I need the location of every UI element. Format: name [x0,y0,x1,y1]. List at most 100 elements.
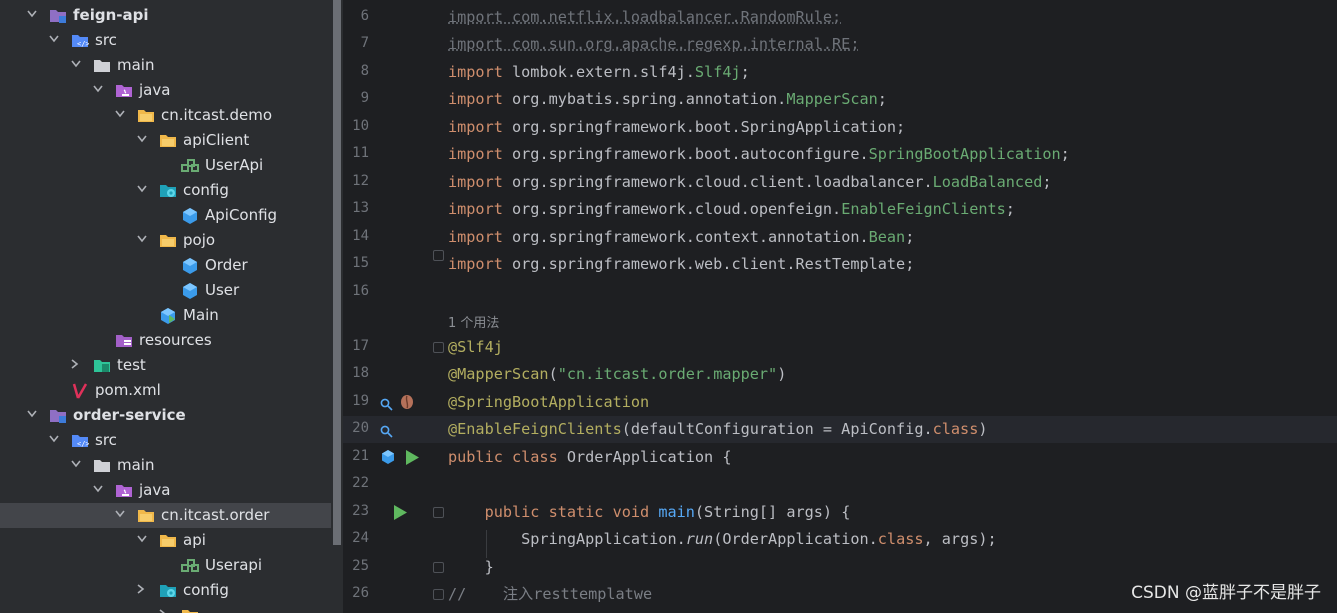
code-line[interactable]: import org.springframework.boot.autoconf… [440,141,1337,168]
code-text[interactable]: import org.springframework.cloud.openfei… [448,199,1015,219]
tree-item-apiclient[interactable]: apiClient [0,128,331,153]
chevron-down-icon[interactable] [115,510,125,518]
code-text[interactable]: import org.springframework.web.client.Re… [448,254,914,274]
tree-item-config[interactable]: config [0,178,331,203]
fold-marker-icon[interactable] [433,342,444,353]
code-line[interactable]: import org.springframework.cloud.openfei… [440,196,1337,223]
tree-item-partial[interactable] [0,603,331,613]
code-line[interactable]: @EnableFeignClients(defaultConfiguration… [440,416,1337,443]
gutter-line[interactable]: 8 [343,59,440,86]
gutter-line[interactable]: 17 [343,334,440,361]
code-text[interactable]: // 注入resttemplatwe [448,584,652,604]
chevron-down-icon[interactable] [27,410,37,418]
tree-item-pom-xml[interactable]: pom.xml [0,378,331,403]
code-text[interactable]: @SpringBootApplication [448,392,649,412]
tree-item-api[interactable]: api [0,528,331,553]
chevron-down-icon[interactable] [93,85,103,93]
tree-item-resources[interactable]: resources [0,328,331,353]
tree-item-cn-itcast-demo[interactable]: cn.itcast.demo [0,103,331,128]
code-text[interactable]: import org.mybatis.spring.annotation.Map… [448,89,887,109]
code-text[interactable]: @Slf4j [448,337,503,357]
tree-item-userapi-2[interactable]: Userapi [0,553,331,578]
tree-item-order-service[interactable]: order-service [0,403,331,428]
gutter-line[interactable]: 25 [343,554,440,581]
gutter-line[interactable]: 13 [343,196,440,223]
gutter-line[interactable]: 16 [343,279,440,306]
code-text[interactable]: SpringApplication.run(OrderApplication.c… [448,529,997,549]
code-line[interactable]: @Slf4j [433,334,1337,361]
gutter-line[interactable]: 26 [343,581,440,608]
gutter-line[interactable]: 20 [343,416,440,443]
tree-item-src-2[interactable]: </> src [0,428,331,453]
project-tree[interactable]: feign-api </> src main java cn.itcast.demo api… [0,0,331,613]
tree-item-java[interactable]: java [0,78,331,103]
find-usages-icon[interactable] [380,396,393,415]
tree-item-test[interactable]: test [0,353,331,378]
tree-item-src[interactable]: </> src [0,28,331,53]
code-line[interactable]: import org.springframework.context.annot… [440,224,1337,251]
code-text[interactable]: import lombok.extern.slf4j.Slf4j; [448,62,750,82]
tree-item-user[interactable]: User [0,278,331,303]
chevron-down-icon[interactable] [71,60,81,68]
code-line[interactable] [440,279,1337,306]
run-icon[interactable] [392,504,408,525]
gutter-line[interactable]: 11 [343,141,440,168]
gutter-line[interactable]: 14 [343,224,440,251]
code-line[interactable]: import com.sun.org.apache.regexp.interna… [440,31,1337,58]
chevron-down-icon[interactable] [71,460,81,468]
class-hierarchy-icon[interactable] [380,449,396,469]
gutter-line[interactable]: 9 [343,86,440,113]
code-text[interactable]: import com.netflix.loadbalancer.RandomRu… [448,7,841,27]
code-line[interactable]: SpringApplication.run(OrderApplication.c… [440,526,1337,553]
code-line[interactable]: @MapperScan("cn.itcast.order.mapper") [440,361,1337,388]
code-text[interactable]: public static void main(String[] args) { [448,502,851,522]
gutter-line[interactable] [343,306,440,333]
code-text[interactable]: } [448,557,494,577]
scrollbar-thumb[interactable] [333,0,341,545]
chevron-down-icon[interactable] [27,10,37,18]
chevron-right-icon[interactable] [159,609,167,613]
spring-bean-icon[interactable] [399,394,415,414]
gutter-line[interactable]: 21 [343,444,440,471]
gutter-line[interactable]: 6 [343,4,440,31]
code-line[interactable]: 1 个用法 [440,306,1337,333]
fold-marker-icon[interactable] [433,562,444,573]
tree-item-main[interactable]: main [0,53,331,78]
gutter-line[interactable]: 24 [343,526,440,553]
fold-marker-icon[interactable] [433,507,444,518]
chevron-down-icon[interactable] [137,135,147,143]
chevron-down-icon[interactable] [115,110,125,118]
gutter-line[interactable]: 22 [343,471,440,498]
chevron-down-icon[interactable] [49,435,59,443]
code-line[interactable]: @SpringBootApplication [440,389,1337,416]
code-line[interactable]: import lombok.extern.slf4j.Slf4j; [440,59,1337,86]
code-editor[interactable]: import com.netflix.loadbalancer.RandomRu… [433,0,1337,613]
gutter-line[interactable]: 12 [343,169,440,196]
tree-item-main-class[interactable]: Main [0,303,331,328]
code-line[interactable]: } [433,554,1337,581]
find-usages-icon[interactable] [380,423,393,442]
gutter-line[interactable]: 10 [343,114,440,141]
code-line[interactable]: import org.springframework.cloud.client.… [440,169,1337,196]
code-text[interactable]: @MapperScan("cn.itcast.order.mapper") [448,364,786,384]
gutter-line[interactable]: 19 [343,389,440,416]
gutter-line[interactable]: 23 [343,499,440,526]
tree-item-java-2[interactable]: java [0,478,331,503]
run-icon[interactable] [404,449,420,470]
fold-marker-icon[interactable] [433,589,444,600]
tree-item-config-2[interactable]: config [0,578,331,603]
editor-gutter[interactable]: 6 7 8 9 10 11 12 13 14 15 16 17 18 19 20 21 22 23 24 25 26 [343,0,440,613]
project-tree-scrollbar[interactable] [331,0,343,613]
tree-item-apiconfig[interactable]: ApiConfig [0,203,331,228]
gutter-line[interactable]: 15 [343,251,440,278]
tree-item-order[interactable]: Order [0,253,331,278]
code-line[interactable]: public static void main(String[] args) { [433,499,1337,526]
tree-item-main-2[interactable]: main [0,453,331,478]
code-text[interactable]: import org.springframework.boot.SpringAp… [448,117,905,137]
tree-item-feign-api[interactable]: feign-api [0,3,331,28]
code-text[interactable]: import org.springframework.context.annot… [448,227,914,247]
chevron-down-icon[interactable] [93,485,103,493]
fold-marker-icon[interactable] [433,250,444,261]
chevron-right-icon[interactable] [71,359,79,369]
code-text[interactable]: import org.springframework.cloud.client.… [448,172,1052,192]
